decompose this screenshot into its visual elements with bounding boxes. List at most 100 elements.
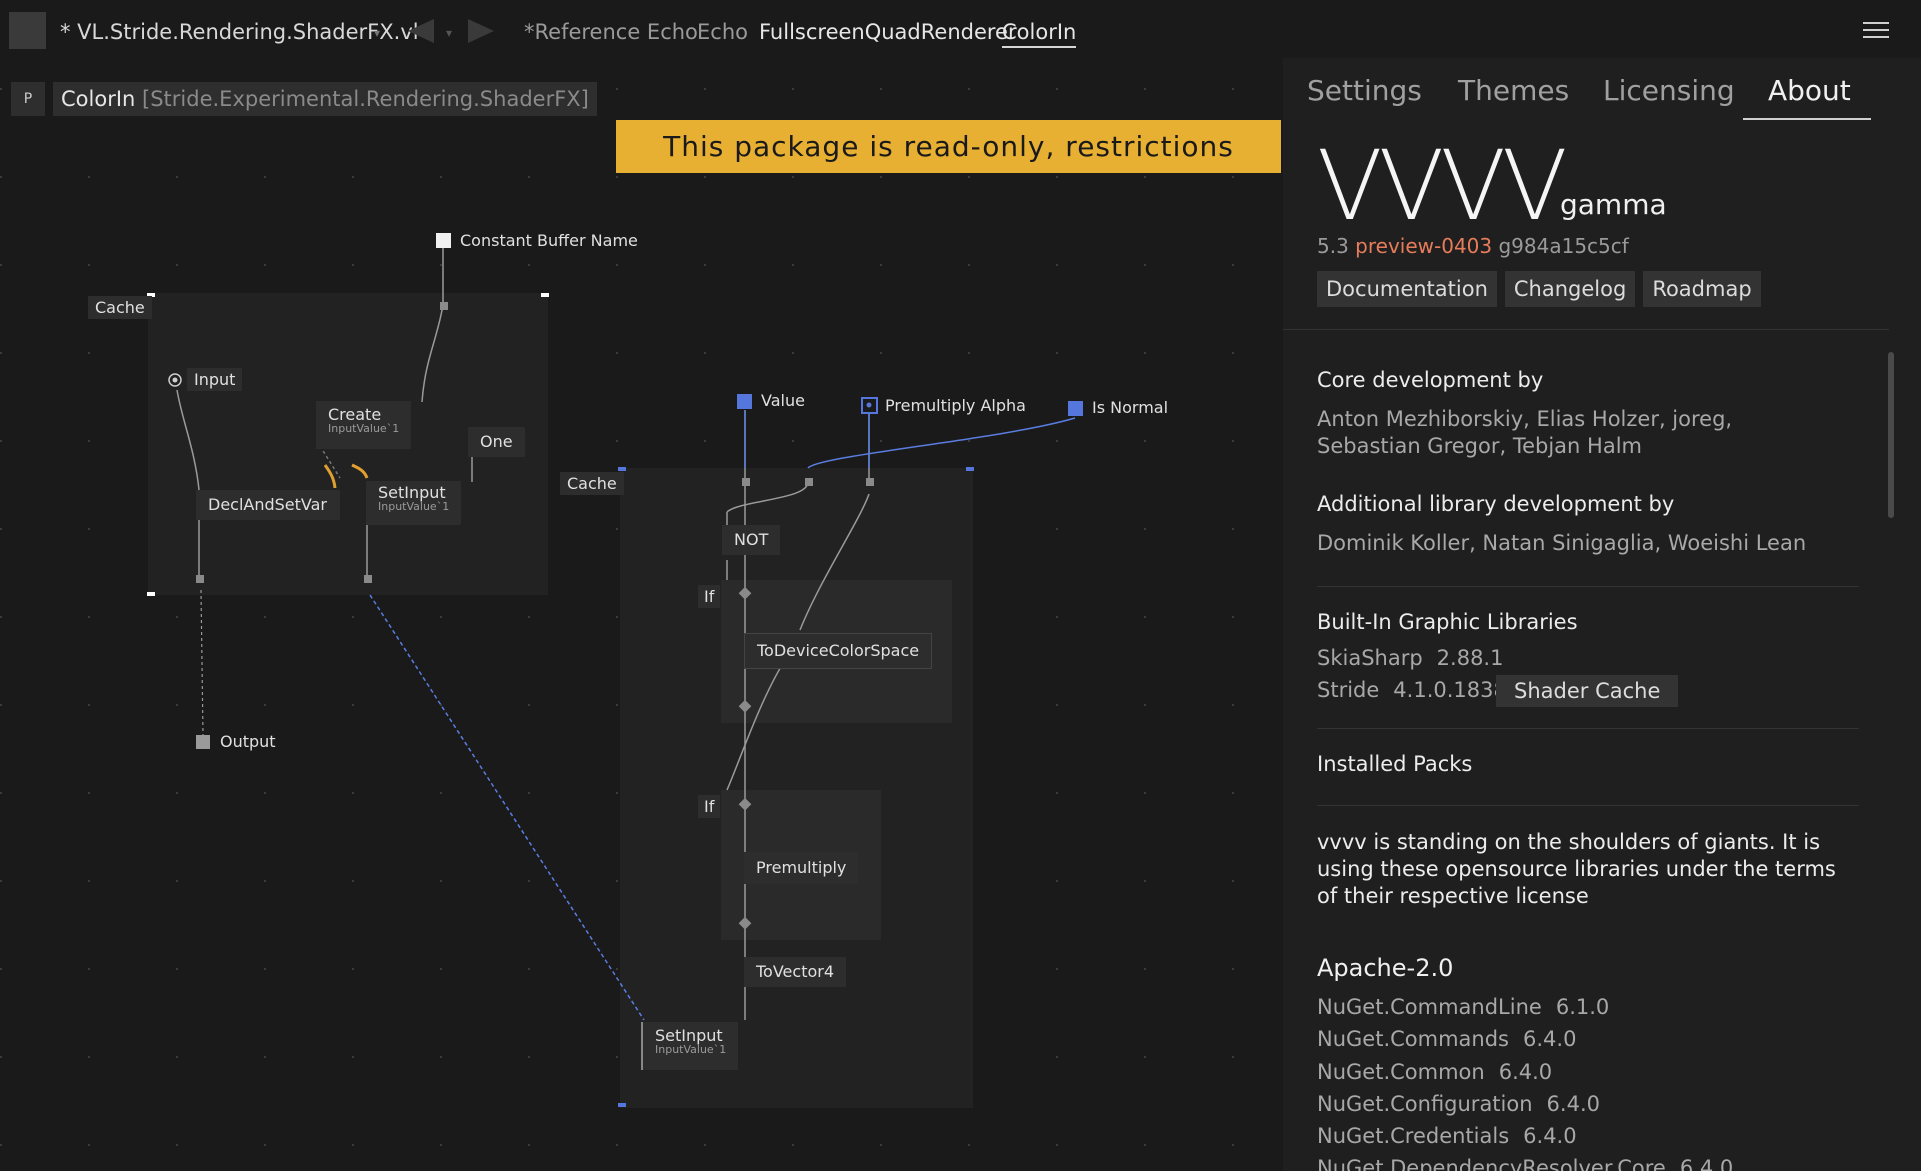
pad-value[interactable] (737, 394, 752, 409)
node-setinput-bottom[interactable]: SetInput InputValue`1 (641, 1022, 739, 1070)
node-one[interactable]: One (468, 427, 525, 457)
divider (1317, 805, 1859, 806)
pad-label-premultiply-alpha: Premultiply Alpha (885, 396, 1026, 415)
tab-about[interactable]: About (1768, 74, 1851, 107)
lib-version: 6.4.0 (1546, 1092, 1600, 1116)
core-heading: Core development by (1317, 368, 1544, 392)
region-label-if-2[interactable]: If (698, 795, 721, 818)
pad-label-value: Value (761, 391, 805, 410)
lib-name: NuGet.DependencyResolver.Core (1317, 1156, 1666, 1171)
link-buttons: Documentation Changelog Roadmap (1317, 271, 1769, 307)
panel-tabs: Settings Themes Licensing About (1283, 58, 1921, 120)
node-not[interactable]: NOT (722, 525, 781, 555)
node-one-label: One (480, 432, 513, 451)
vvvv-logo: VVVV (1317, 130, 1568, 242)
graphics-heading: Built-In Graphic Libraries (1317, 610, 1578, 634)
back-arrow-icon[interactable] (406, 18, 436, 44)
installed-packs-heading: Installed Packs (1317, 752, 1473, 776)
lib-name: NuGet.CommandLine (1317, 995, 1542, 1019)
node-setinput-bottom-sub: InputValue`1 (655, 1043, 727, 1056)
tab-fullscreen-quad-renderer[interactable]: FullscreenQuadRenderer (759, 20, 1017, 44)
history-chevron-icon[interactable]: ▾ (446, 26, 452, 40)
forward-arrow-icon[interactable] (466, 18, 496, 44)
tab-echo[interactable]: Echo (697, 20, 748, 44)
lib-name: NuGet.Common (1317, 1060, 1485, 1084)
pad-label-input: Input (187, 368, 243, 391)
version-preview: preview-0403 (1355, 234, 1493, 258)
graphics-lib-skiasharp: SkiaSharp 2.88.1 (1317, 646, 1503, 670)
active-tab-underline (1743, 118, 1871, 120)
lib-version: 6.4.0 (1523, 1124, 1577, 1148)
tab-themes[interactable]: Themes (1458, 74, 1569, 107)
tab-colorin[interactable]: ColorIn (1002, 20, 1077, 48)
node-setinput-left-sub: InputValue`1 (378, 500, 450, 513)
node-decl-and-set-var-label: DeclAndSetVar (208, 495, 328, 514)
app-menu-button[interactable] (9, 12, 46, 49)
cache-region-right[interactable] (620, 468, 973, 1108)
changelog-button[interactable]: Changelog (1504, 271, 1636, 307)
patch-name: ColorIn (61, 87, 136, 111)
top-bar: * VL.Stride.Rendering.ShaderFX.vl ▾ ▾ *R… (0, 0, 1921, 62)
lib-version: 6.4.0 (1498, 1060, 1553, 1084)
library-item: NuGet.CommandLine 6.1.0 (1317, 995, 1609, 1019)
core-names-line-2: Sebastian Gregor, Tebjan Halm (1317, 434, 1642, 458)
roadmap-button[interactable]: Roadmap (1643, 271, 1761, 307)
node-setinput-left[interactable]: SetInput InputValue`1 (366, 481, 462, 525)
divider (1317, 728, 1859, 729)
lib-name: SkiaSharp (1317, 646, 1423, 670)
core-names-line-1: Anton Mezhiborskiy, Elias Holzer, joreg, (1317, 407, 1733, 431)
lib-name: NuGet.Configuration (1317, 1092, 1533, 1116)
library-item: NuGet.Credentials 6.4.0 (1317, 1124, 1577, 1148)
chevron-down-icon[interactable]: ▾ (374, 26, 380, 40)
tab-reference-echo[interactable]: *Reference Echo (524, 20, 698, 44)
graphics-lib-stride: Stride 4.1.0.1838 (1317, 678, 1507, 702)
read-only-banner: This package is read-only, restrictions … (616, 120, 1281, 216)
lib-name: NuGet.Commands (1317, 1027, 1509, 1051)
pad-constant-buffer-name[interactable] (436, 233, 451, 248)
node-decl-and-set-var[interactable]: DeclAndSetVar (196, 490, 340, 520)
lib-name: NuGet.Credentials (1317, 1124, 1510, 1148)
lib-version: 4.1.0.1838 (1393, 678, 1507, 702)
pad-is-normal[interactable] (1068, 401, 1083, 416)
region-label-cache-right[interactable]: Cache (560, 472, 624, 495)
lib-version: 6.1.0 (1555, 995, 1610, 1019)
lib-name: Stride (1317, 678, 1380, 702)
additional-names: Dominik Koller, Natan Sinigaglia, Woeish… (1317, 531, 1807, 555)
node-create-sub: InputValue`1 (328, 422, 400, 435)
documentation-button[interactable]: Documentation (1317, 271, 1497, 307)
node-to-vector4-label: ToVector4 (756, 962, 835, 981)
library-item: NuGet.Common 6.4.0 (1317, 1060, 1552, 1084)
tab-settings[interactable]: Settings (1307, 74, 1422, 107)
tab-licensing[interactable]: Licensing (1603, 74, 1735, 107)
hamburger-menu-icon[interactable] (1863, 22, 1889, 40)
lib-version: 6.4.0 (1523, 1027, 1577, 1051)
node-to-device-color-space-label: ToDeviceColorSpace (757, 641, 920, 660)
library-item: NuGet.DependencyResolver.Core 6.4.0 (1317, 1156, 1733, 1171)
node-to-device-color-space[interactable]: ToDeviceColorSpace (744, 633, 933, 669)
additional-heading: Additional library development by (1317, 492, 1675, 516)
document-title[interactable]: * VL.Stride.Rendering.ShaderFX.vl (60, 20, 419, 44)
node-premultiply-label: Premultiply (756, 858, 847, 877)
patch-button[interactable]: P (11, 82, 45, 116)
panel-scrollbar[interactable] (1888, 352, 1894, 518)
license-heading: Apache-2.0 (1317, 954, 1454, 982)
pad-label-output: Output (220, 732, 276, 751)
node-not-label: NOT (734, 530, 769, 549)
node-premultiply[interactable]: Premultiply (744, 852, 859, 884)
region-label-if-1[interactable]: If (698, 585, 721, 608)
edition-label: gamma (1560, 188, 1667, 221)
version-hash: g984a15c5cf (1498, 234, 1629, 258)
library-item: NuGet.Configuration 6.4.0 (1317, 1092, 1600, 1116)
divider (1283, 329, 1889, 330)
version-number: 5.3 (1317, 234, 1349, 258)
library-item: NuGet.Commands 6.4.0 (1317, 1027, 1576, 1051)
version-info: 5.3 preview-0403 g984a15c5cf (1317, 234, 1629, 258)
node-create[interactable]: Create InputValue`1 (316, 401, 412, 449)
region-label-cache-left[interactable]: Cache (88, 296, 152, 319)
about-panel: Settings Themes Licensing About VVVV gam… (1283, 58, 1921, 1171)
lib-version: 6.4.0 (1679, 1156, 1734, 1171)
shader-cache-button[interactable]: Shader Cache (1496, 675, 1679, 707)
node-to-vector4[interactable]: ToVector4 (744, 957, 847, 987)
patch-namespace: [Stride.Experimental.Rendering.ShaderFX] (142, 87, 589, 111)
pad-output[interactable] (196, 735, 210, 749)
